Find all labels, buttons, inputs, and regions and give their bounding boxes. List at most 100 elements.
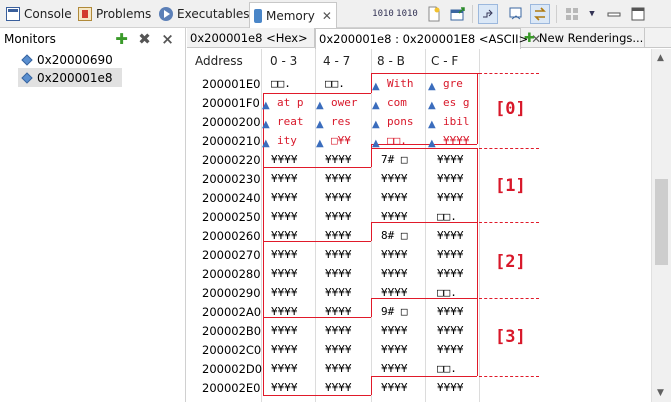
refresh-button[interactable]: [506, 4, 526, 24]
memory-cell[interactable]: ¥¥¥¥: [437, 305, 464, 318]
memory-cell[interactable]: ¥¥¥¥: [443, 134, 470, 147]
memory-cell[interactable]: ¥¥¥¥: [271, 286, 298, 299]
close-icon[interactable]: ✕: [322, 9, 332, 23]
minimize-button[interactable]: [604, 4, 624, 24]
maximize-button[interactable]: [628, 4, 648, 24]
memory-cell[interactable]: □□.: [387, 134, 407, 147]
memory-cell[interactable]: ower: [331, 96, 358, 109]
memory-cell[interactable]: ¥¥¥¥: [381, 324, 408, 337]
memory-cell[interactable]: 8# □: [381, 229, 408, 242]
memory-cell[interactable]: com: [387, 96, 407, 109]
memory-cell[interactable]: □□.: [271, 77, 291, 90]
memory-cell[interactable]: ¥¥¥¥: [271, 210, 298, 223]
view-menu-button[interactable]: ▼: [582, 4, 602, 24]
memory-cell[interactable]: 7# □: [381, 153, 408, 166]
new-renderings-label: New Renderings...: [538, 31, 644, 45]
memory-cell[interactable]: reat: [277, 115, 304, 128]
memory-cell[interactable]: ¥¥¥¥: [271, 324, 298, 337]
memory-table[interactable]: Address 0 - 3 4 - 7 8 - B C - F [0] [1] …: [187, 49, 651, 402]
memory-cell[interactable]: ¥¥¥¥: [381, 172, 408, 185]
memory-cell[interactable]: ¥¥¥¥: [325, 324, 352, 337]
export-button[interactable]: [448, 4, 468, 24]
hex-format-icon-2: 1010: [396, 9, 418, 19]
memory-cell[interactable]: gre: [443, 77, 463, 90]
tab-problems[interactable]: Problems: [78, 3, 151, 25]
memory-cell[interactable]: ¥¥¥¥: [271, 248, 298, 261]
new-renderings-button[interactable]: ✚ New Renderings...: [521, 28, 645, 48]
memory-cell[interactable]: ¥¥¥¥: [325, 191, 352, 204]
change-marker-icon: ▲: [372, 81, 380, 92]
toggle-split-button[interactable]: [530, 4, 550, 24]
memory-cell[interactable]: ¥¥¥¥: [437, 324, 464, 337]
monitor-item[interactable]: 0x20000690: [18, 50, 122, 69]
memory-cell[interactable]: ibil: [443, 115, 470, 128]
scroll-up-icon[interactable]: ▲: [657, 53, 664, 63]
memory-cell[interactable]: ¥¥¥¥: [381, 286, 408, 299]
memory-cell[interactable]: With: [387, 77, 414, 90]
memory-cell[interactable]: ¥¥¥¥: [437, 343, 464, 356]
memory-cell[interactable]: ¥¥¥¥: [271, 362, 298, 375]
memory-cell[interactable]: ¥¥¥¥: [271, 305, 298, 318]
remove-monitor-icon[interactable]: ✖: [137, 31, 152, 47]
memory-cell[interactable]: ¥¥¥¥: [381, 248, 408, 261]
tab-memory[interactable]: Memory ✕: [249, 2, 337, 28]
memory-cell[interactable]: □□.: [325, 77, 345, 90]
link-rendering-button[interactable]: [478, 4, 498, 24]
memory-cell[interactable]: ¥¥¥¥: [325, 343, 352, 356]
memory-cell[interactable]: ¥¥¥¥: [325, 229, 352, 242]
tab-executables[interactable]: Executables: [159, 3, 250, 25]
vertical-scrollbar[interactable]: ▲ ▼: [651, 49, 671, 402]
toolbar-button-2[interactable]: 1010: [396, 4, 418, 24]
memory-cell[interactable]: □□.: [437, 286, 457, 299]
memory-cell[interactable]: ¥¥¥¥: [437, 153, 464, 166]
memory-cell[interactable]: 9# □: [381, 305, 408, 318]
tab-hex-rendering[interactable]: 0x200001e8 <Hex>: [187, 28, 315, 48]
memory-cell[interactable]: ¥¥¥¥: [325, 286, 352, 299]
tab-console[interactable]: Console: [6, 3, 72, 25]
memory-cell[interactable]: ¥¥¥¥: [271, 172, 298, 185]
memory-cell[interactable]: ¥¥¥¥: [325, 381, 352, 394]
scroll-down-icon[interactable]: ▼: [657, 388, 664, 398]
memory-cell[interactable]: ¥¥¥¥: [437, 191, 464, 204]
memory-cell[interactable]: ¥¥¥¥: [325, 267, 352, 280]
memory-cell[interactable]: ¥¥¥¥: [437, 248, 464, 261]
toolbar-button-1[interactable]: 1010: [372, 4, 394, 24]
memory-cell[interactable]: ¥¥¥¥: [271, 267, 298, 280]
memory-cell[interactable]: ¥¥¥¥: [271, 381, 298, 394]
memory-cell[interactable]: ¥¥¥¥: [381, 210, 408, 223]
memory-cell[interactable]: pons: [387, 115, 414, 128]
layout-button[interactable]: [562, 4, 582, 24]
memory-cell[interactable]: ¥¥¥¥: [325, 305, 352, 318]
memory-cell[interactable]: ity: [277, 134, 297, 147]
memory-cell[interactable]: res: [331, 115, 351, 128]
memory-cell[interactable]: ¥¥¥¥: [271, 153, 298, 166]
memory-cell[interactable]: ¥¥¥¥: [437, 172, 464, 185]
memory-cell[interactable]: ¥¥¥¥: [325, 210, 352, 223]
monitor-item[interactable]: 0x200001e8: [18, 68, 122, 87]
memory-cell[interactable]: ¥¥¥¥: [381, 343, 408, 356]
memory-cell[interactable]: ¥¥¥¥: [271, 343, 298, 356]
memory-cell[interactable]: es g: [443, 96, 470, 109]
memory-cell[interactable]: ¥¥¥¥: [437, 381, 464, 394]
memory-cell[interactable]: ¥¥¥¥: [325, 362, 352, 375]
scrollbar-thumb[interactable]: [655, 179, 668, 265]
memory-cell[interactable]: at p: [277, 96, 304, 109]
add-monitor-icon[interactable]: ✚: [114, 31, 129, 47]
memory-cell[interactable]: ¥¥¥¥: [325, 153, 352, 166]
memory-cell[interactable]: ¥¥¥¥: [381, 267, 408, 280]
memory-cell[interactable]: □□.: [437, 210, 457, 223]
memory-cell[interactable]: ¥¥¥¥: [271, 191, 298, 204]
memory-cell[interactable]: ¥¥¥¥: [437, 267, 464, 280]
new-page-button[interactable]: [424, 4, 444, 24]
memory-cell[interactable]: ¥¥¥¥: [381, 381, 408, 394]
memory-cell[interactable]: ¥¥¥¥: [381, 362, 408, 375]
memory-cell[interactable]: ¥¥¥¥: [325, 248, 352, 261]
remove-all-monitors-icon[interactable]: ⨯: [160, 31, 175, 47]
memory-cell[interactable]: ¥¥¥¥: [381, 191, 408, 204]
memory-cell[interactable]: □□.: [437, 362, 457, 375]
tab-ascii-rendering[interactable]: 0x200001e8 : 0x200001E8 <ASCII> ✕: [315, 28, 541, 49]
memory-cell[interactable]: ¥¥¥¥: [437, 229, 464, 242]
memory-cell[interactable]: □¥¥: [331, 134, 351, 147]
memory-cell[interactable]: ¥¥¥¥: [271, 229, 298, 242]
memory-cell[interactable]: ¥¥¥¥: [325, 172, 352, 185]
